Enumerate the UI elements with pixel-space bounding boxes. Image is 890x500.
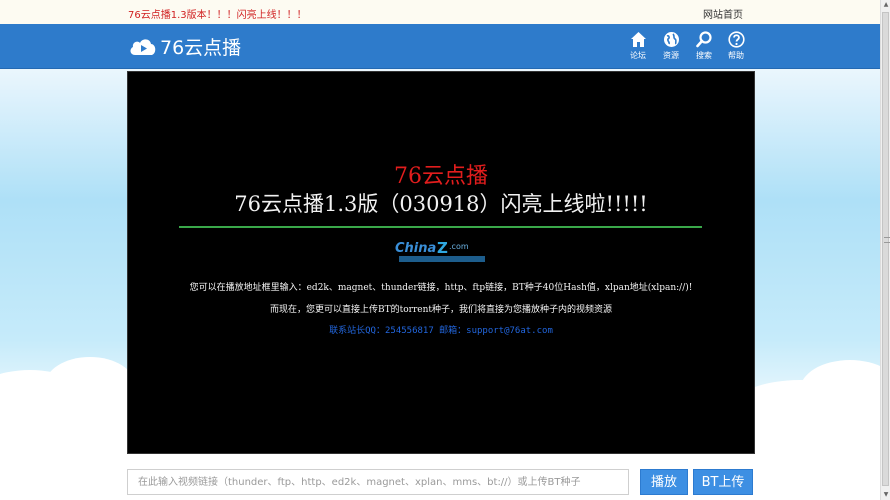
play-button[interactable]: 播放 [640, 469, 688, 495]
nav-forum-label: 论坛 [630, 51, 646, 60]
bt-upload-button[interactable]: BT上传 [693, 469, 753, 495]
logo-text: 76云点播 [160, 36, 242, 59]
player-instructions: 您可以在播放地址框里输入：ed2k、magnet、thunder链接，http、… [189, 283, 693, 293]
player-contact: 联系站长QQ：254556817 邮箱：support@76at.com [329, 326, 553, 336]
player-headline: 76云点播1.3版（030918）闪亮上线啦!!!!! [234, 192, 648, 216]
nav-resources[interactable]: 资源 [657, 31, 685, 61]
home-link[interactable]: 网站首页 [703, 6, 743, 21]
scroll-up-arrow-icon[interactable]: ▲ [881, 0, 890, 10]
home-icon [630, 32, 646, 47]
nav-search[interactable]: 搜索 [690, 31, 718, 61]
site-header: 76云点播 论坛 资源 搜索 帮助 [0, 24, 880, 69]
scrollbar-thumb[interactable] [882, 12, 890, 486]
scroll-down-arrow-icon[interactable]: ▼ [881, 490, 890, 500]
video-player[interactable]: 76云点播 76云点播1.3版（030918）闪亮上线啦!!!!! China … [127, 71, 755, 454]
site-logo[interactable]: 76云点播 [128, 33, 241, 59]
nav-forum[interactable]: 论坛 [624, 31, 652, 61]
player-upload-note: 而现在，您更可以直接上传BT的torrent种子，我们将直接为您播放种子内的视频… [270, 305, 612, 315]
top-notice-bar: 76云点播1.3版本！！！闪亮上线！！！ 网站首页 [0, 0, 880, 25]
player-brand: 76云点播 [394, 164, 488, 189]
notice-text: 76云点播1.3版本！！！闪亮上线！！！ [128, 10, 307, 21]
nav-help[interactable]: 帮助 [722, 31, 750, 61]
search-icon [695, 31, 712, 48]
nav-resources-label: 资源 [663, 51, 679, 60]
nav-help-label: 帮助 [728, 51, 744, 60]
video-url-input[interactable] [127, 469, 629, 495]
nav-search-label: 搜索 [696, 51, 712, 60]
svg-text:Z: Z [437, 239, 448, 257]
svg-text:.com: .com [449, 242, 469, 251]
scroll-grip-icon [884, 237, 890, 243]
svg-text:China: China [395, 241, 436, 256]
globe-icon [663, 32, 679, 47]
help-icon [727, 31, 745, 48]
page-scrollbar[interactable]: ▲ ▼ [880, 0, 890, 500]
player-divider [179, 226, 702, 228]
watermark-logo: China Z .com [393, 237, 491, 265]
cloud-play-icon [130, 39, 156, 55]
